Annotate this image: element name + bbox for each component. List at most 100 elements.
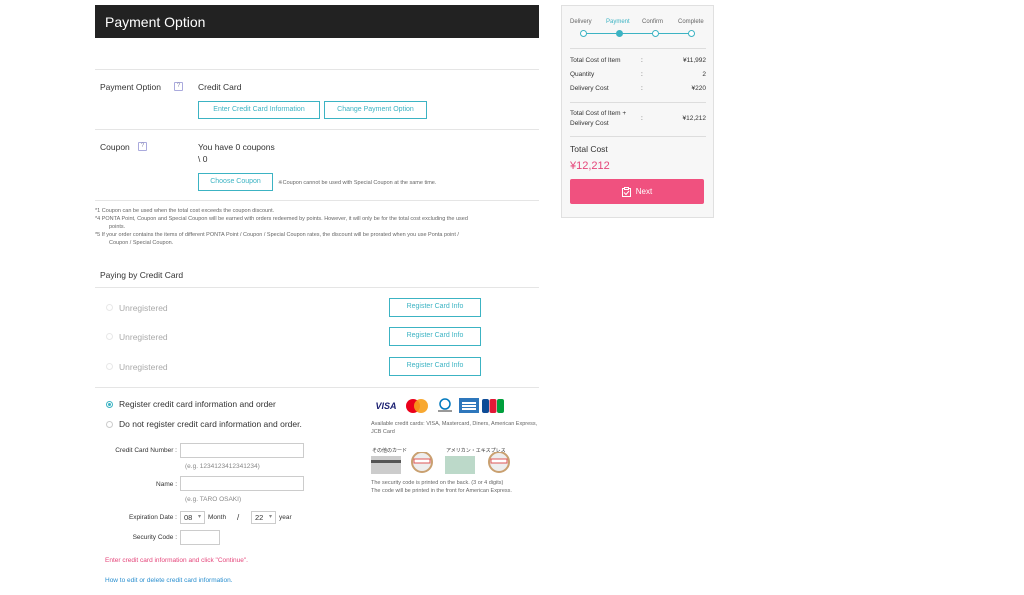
next-button-label: Next	[635, 187, 653, 196]
summary-value: 2	[702, 71, 706, 78]
step-dot	[688, 30, 695, 37]
summary-value: ¥11,992	[682, 57, 706, 64]
divider	[570, 136, 706, 137]
credit-card-section-title: Paying by Credit Card	[100, 270, 184, 280]
expiry-year-value: 22	[255, 513, 264, 522]
coupon-count: You have 0 coupons	[198, 142, 275, 152]
card-name-input[interactable]	[180, 476, 304, 491]
register-and-order-radio[interactable]	[106, 401, 113, 408]
card-slot-label: Unregistered	[119, 362, 168, 372]
step-dot-active	[616, 30, 623, 37]
step-delivery: Delivery	[570, 19, 592, 25]
register-card-button[interactable]: Register Card Info	[389, 298, 481, 317]
progress-steps: Delivery Payment Confirm Complete	[562, 6, 715, 42]
coupon-help-icon[interactable]: ?	[138, 142, 147, 151]
expiry-label: Expiration Date :	[128, 514, 177, 521]
card-number-hint: (e.g. 1234123412341234)	[185, 463, 260, 470]
card-number-label: Credit Card Number :	[115, 447, 177, 454]
footnote: *4 PONTA Point, Coupon and Special Coupo…	[95, 216, 468, 222]
combined-total-row: Total Cost of Item + Delivery Cost : ¥12…	[570, 110, 706, 130]
combined-label: Total Cost of Item +	[570, 110, 627, 117]
register-card-button[interactable]: Register Card Info	[389, 327, 481, 346]
summary-value: ¥220	[691, 85, 706, 92]
footnote: points.	[109, 224, 126, 230]
combined-value: ¥12,212	[682, 115, 707, 122]
footnote: *1 Coupon can be used when the total cos…	[95, 208, 275, 214]
divider	[95, 387, 539, 388]
divider	[95, 200, 539, 201]
available-cards-text: Available credit cards: VISA, Mastercard…	[371, 421, 538, 435]
summary-colon: :	[641, 85, 643, 92]
summary-label: Delivery Cost	[570, 85, 609, 92]
summary-row: Quantity : 2	[570, 71, 706, 78]
summary-row: Total Cost of Item : ¥11,992	[570, 57, 706, 64]
card-slot-label: Unregistered	[119, 303, 168, 313]
order-summary-panel: Delivery Payment Confirm Complete Total …	[561, 5, 714, 218]
mastercard-logo-icon	[403, 398, 431, 413]
combined-colon: :	[641, 115, 643, 122]
footnote: Coupon / Special Coupon.	[109, 240, 174, 246]
step-payment: Payment	[606, 19, 630, 25]
payment-option-label: Payment Option	[100, 82, 161, 92]
form-area: Payment Option ? Credit Card Enter Credi…	[95, 0, 539, 595]
summary-label: Quantity	[570, 71, 595, 78]
step-dot	[580, 30, 587, 37]
card-slot-radio[interactable]	[106, 333, 113, 340]
security-code-label: Security Code :	[132, 534, 177, 541]
amex-logo-icon	[459, 398, 479, 413]
total-cost-value: ¥12,212	[570, 160, 610, 172]
divider	[95, 287, 539, 288]
summary-label: Total Cost of Item	[570, 57, 621, 64]
card-slot-radio[interactable]	[106, 363, 113, 370]
summary-colon: :	[641, 71, 643, 78]
diners-logo-icon	[434, 397, 456, 413]
security-code-illustration	[371, 452, 510, 474]
combined-label: Delivery Cost	[570, 120, 609, 127]
divider	[95, 69, 539, 70]
choose-coupon-button[interactable]: Choose Coupon	[198, 173, 273, 191]
card-name-hint: (e.g. TARO OSAKI)	[185, 496, 242, 503]
instruction-text: Enter credit card information and click …	[105, 557, 248, 564]
expiry-year-select[interactable]: 22 ▾	[251, 511, 276, 524]
chevron-down-icon: ▾	[268, 514, 272, 520]
visa-logo-icon: VISA	[375, 400, 397, 411]
total-cost-label: Total Cost	[570, 144, 608, 154]
card-number-input[interactable]	[180, 443, 304, 458]
expiry-month-select[interactable]: 08 ▾	[180, 511, 205, 524]
step-complete: Complete	[678, 19, 704, 25]
summary-colon: :	[641, 57, 643, 64]
register-and-order-label[interactable]: Register credit card information and ord…	[119, 399, 276, 409]
card-slot-radio[interactable]	[106, 304, 113, 311]
clipboard-icon	[621, 186, 631, 197]
year-label: year	[279, 514, 292, 521]
security-note: The security code is printed on the back…	[371, 480, 504, 486]
divider	[95, 129, 539, 130]
progress-line	[584, 33, 692, 34]
divider	[570, 102, 706, 103]
enter-credit-card-button[interactable]: Enter Credit Card Information	[198, 101, 320, 119]
step-dot	[652, 30, 659, 37]
coupon-note: ※Coupon cannot be used with Special Coup…	[278, 180, 437, 186]
summary-row: Delivery Cost : ¥220	[570, 85, 706, 92]
payment-help-icon[interactable]: ?	[174, 82, 183, 91]
change-payment-option-button[interactable]: Change Payment Option	[324, 101, 427, 119]
no-register-label[interactable]: Do not register credit card information …	[119, 419, 302, 429]
chevron-down-icon: ▾	[197, 514, 201, 520]
jcb-logo-icon	[482, 398, 504, 413]
coupon-amount: \ 0	[198, 154, 208, 164]
expiry-slash: /	[237, 513, 240, 522]
next-button[interactable]: Next	[570, 179, 704, 204]
card-logos: VISA	[372, 397, 504, 413]
security-note: The code will be printed in the front fo…	[371, 488, 512, 494]
step-confirm: Confirm	[642, 19, 664, 25]
edit-card-link[interactable]: How to edit or delete credit card inform…	[105, 577, 233, 584]
coupon-label: Coupon	[100, 142, 130, 152]
card-slot-label: Unregistered	[119, 332, 168, 342]
footnote: *5 If your order contains the items of d…	[95, 232, 459, 238]
divider	[570, 48, 706, 49]
security-code-input[interactable]	[180, 530, 220, 545]
register-card-button[interactable]: Register Card Info	[389, 357, 481, 376]
no-register-radio[interactable]	[106, 421, 113, 428]
expiry-month-value: 08	[184, 513, 193, 522]
month-label: Month	[208, 514, 227, 521]
